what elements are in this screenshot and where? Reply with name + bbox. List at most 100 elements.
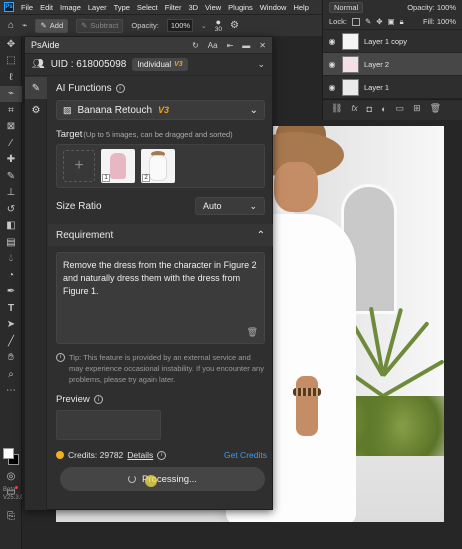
lasso-tool-icon[interactable]: ℓ [0,69,22,86]
fill-value[interactable]: 100% [437,17,456,26]
layer-row[interactable]: ◉ Layer 1 [323,76,462,99]
trash-icon[interactable]: 🗑︎ [247,326,258,339]
gradient-tool-icon[interactable]: ▤ [0,234,22,251]
target-image-2[interactable]: 2 [141,149,175,183]
delete-layer-icon[interactable]: 🗑︎ [430,103,441,114]
eraser-tool-icon[interactable]: ◧ [0,218,22,235]
info-icon[interactable]: i [157,450,167,460]
eye-icon[interactable]: ◉ [327,37,337,46]
menu-layer[interactable]: Layer [88,3,107,12]
lock-transparency-icon[interactable] [351,17,360,26]
quick-mask-icon[interactable]: ◎ [0,468,22,485]
healing-brush-tool-icon[interactable]: ✚ [0,152,22,169]
font-size-icon[interactable]: Aa [208,41,218,50]
brush-tool-icon[interactable]: ✎ [0,168,22,185]
eyedropper-tool-icon[interactable]: ⁄ [0,135,22,152]
processing-button[interactable]: Processing... [60,467,265,491]
zoom-tool-icon[interactable]: ⌕ [0,366,22,383]
move-tool-icon[interactable]: ✥ [0,36,22,53]
add-image-button[interactable]: + [63,150,95,182]
dodge-tool-icon[interactable]: ◔ [0,267,22,284]
pin-icon[interactable]: ⇤ [227,41,234,50]
menu-type[interactable]: Type [114,3,130,12]
path-selection-tool-icon[interactable]: ➤ [0,317,22,334]
menu-filter[interactable]: Filter [165,3,182,12]
type-tool-icon[interactable]: T [0,300,22,317]
layer-thumbnail [342,32,359,50]
history-brush-tool-icon[interactable]: ↺ [0,201,22,218]
home-icon[interactable]: ⌂ [8,20,14,31]
plugin-title-bar[interactable]: PsAide ↻ Aa ⇤ ▬ ✕ [25,37,272,54]
pen-tool-icon[interactable]: ✒ [0,284,22,301]
ai-function-select[interactable]: ▨ Banana Retouch V3 ⌄ [56,100,265,120]
lock-all-icon[interactable]: 🔒︎ [400,17,404,27]
menu-3d[interactable]: 3D [188,3,198,12]
eye-icon[interactable]: ◉ [327,83,337,92]
fill-control[interactable]: Fill: 100% [423,17,456,26]
add-mask-icon[interactable]: ◘ [367,104,372,114]
hand-tool-icon[interactable]: ✋︎ [0,350,22,367]
white-dress-thumb [149,155,167,181]
menu-image[interactable]: Image [60,3,81,12]
share-icon[interactable]: ⎘ [0,508,22,525]
lock-label: Lock: [329,17,347,26]
menu-select[interactable]: Select [137,3,158,12]
photo-arm [296,376,318,436]
subtract-mode-button[interactable]: ✎ Subtract [76,18,124,33]
quick-selection-icon[interactable]: ⌁ [22,20,27,31]
chevron-down-icon[interactable]: ⌄ [257,59,265,70]
menu-help[interactable]: Help [293,3,308,12]
version-info: Beta V25.3.0 [3,486,24,502]
menu-window[interactable]: Window [260,3,287,12]
opacity-dropdown-icon[interactable]: ⌄ [201,22,207,30]
fx-icon[interactable]: fx [351,104,357,113]
settings-gear-icon[interactable]: ⚙ [230,20,239,31]
clone-stamp-tool-icon[interactable]: ⊥ [0,185,22,202]
menu-plugins[interactable]: Plugins [228,3,253,12]
edit-tab-icon[interactable]: ✎ [25,77,47,99]
brush-size-icon[interactable]: ● 30 [215,17,222,33]
menu-file[interactable]: File [21,3,33,12]
target-images-box[interactable]: + 1 2 [56,144,265,188]
opacity-field[interactable]: 100% [166,19,193,32]
details-link[interactable]: Details [127,450,153,460]
info-icon[interactable]: i [93,395,103,404]
quick-select-tool-icon[interactable]: ⌁ [0,85,22,102]
minimize-icon[interactable]: ▬ [242,41,250,50]
link-layers-icon[interactable]: ⛓ [331,103,342,114]
line-tool-icon[interactable]: ╱ [0,333,22,350]
layer-opacity[interactable]: Opacity: 100% [407,3,456,12]
adjustment-layer-icon[interactable]: ◐ [381,104,386,114]
layer-row[interactable]: ◉ Layer 1 copy [323,30,462,53]
new-layer-icon[interactable]: ⊞ [413,103,421,114]
layer-opacity-value[interactable]: 100% [437,3,456,12]
brush-subtract-icon: ✎ [81,21,88,30]
frame-tool-icon[interactable]: ⊠ [0,119,22,136]
more-tools-icon[interactable]: ⋯ [0,383,22,400]
add-mode-button[interactable]: ✎ Add [35,18,69,33]
layer-row[interactable]: ◉ Layer 2 [323,53,462,76]
menu-view[interactable]: View [205,3,221,12]
lock-position-icon[interactable]: ✥ [376,17,382,26]
crop-tool-icon[interactable]: ⌗ [0,102,22,119]
lock-artboard-icon[interactable]: ▣ [388,17,395,26]
chevron-up-icon[interactable]: ⌃ [257,230,265,241]
blend-mode-select[interactable]: Normal [329,1,364,13]
requirement-textarea[interactable]: Remove the dress from the character in F… [56,252,265,344]
new-group-icon[interactable]: ▭ [396,103,405,114]
eye-icon[interactable]: ◉ [327,60,337,69]
info-icon[interactable]: i [115,84,125,93]
lock-paint-icon[interactable]: ✎ [365,17,371,26]
get-credits-link[interactable]: Get Credits [224,450,267,460]
marquee-tool-icon[interactable]: ⬚ [0,53,22,70]
refresh-icon[interactable]: ↻ [192,41,199,50]
settings-tab-icon[interactable]: ⚙ [25,99,47,121]
menu-edit[interactable]: Edit [40,3,53,12]
target-image-1[interactable]: 1 [101,149,135,183]
size-ratio-select[interactable]: Auto ⌄ [195,197,265,215]
account-row[interactable]: 👥︎ UID : 618005098 Individual V3 ⌄ [25,54,272,76]
requirement-header[interactable]: Requirement ⌃ [48,224,273,246]
foreground-color-swatch[interactable] [3,448,14,459]
blur-tool-icon[interactable]: 💧︎ [0,251,22,268]
close-icon[interactable]: ✕ [259,41,266,50]
